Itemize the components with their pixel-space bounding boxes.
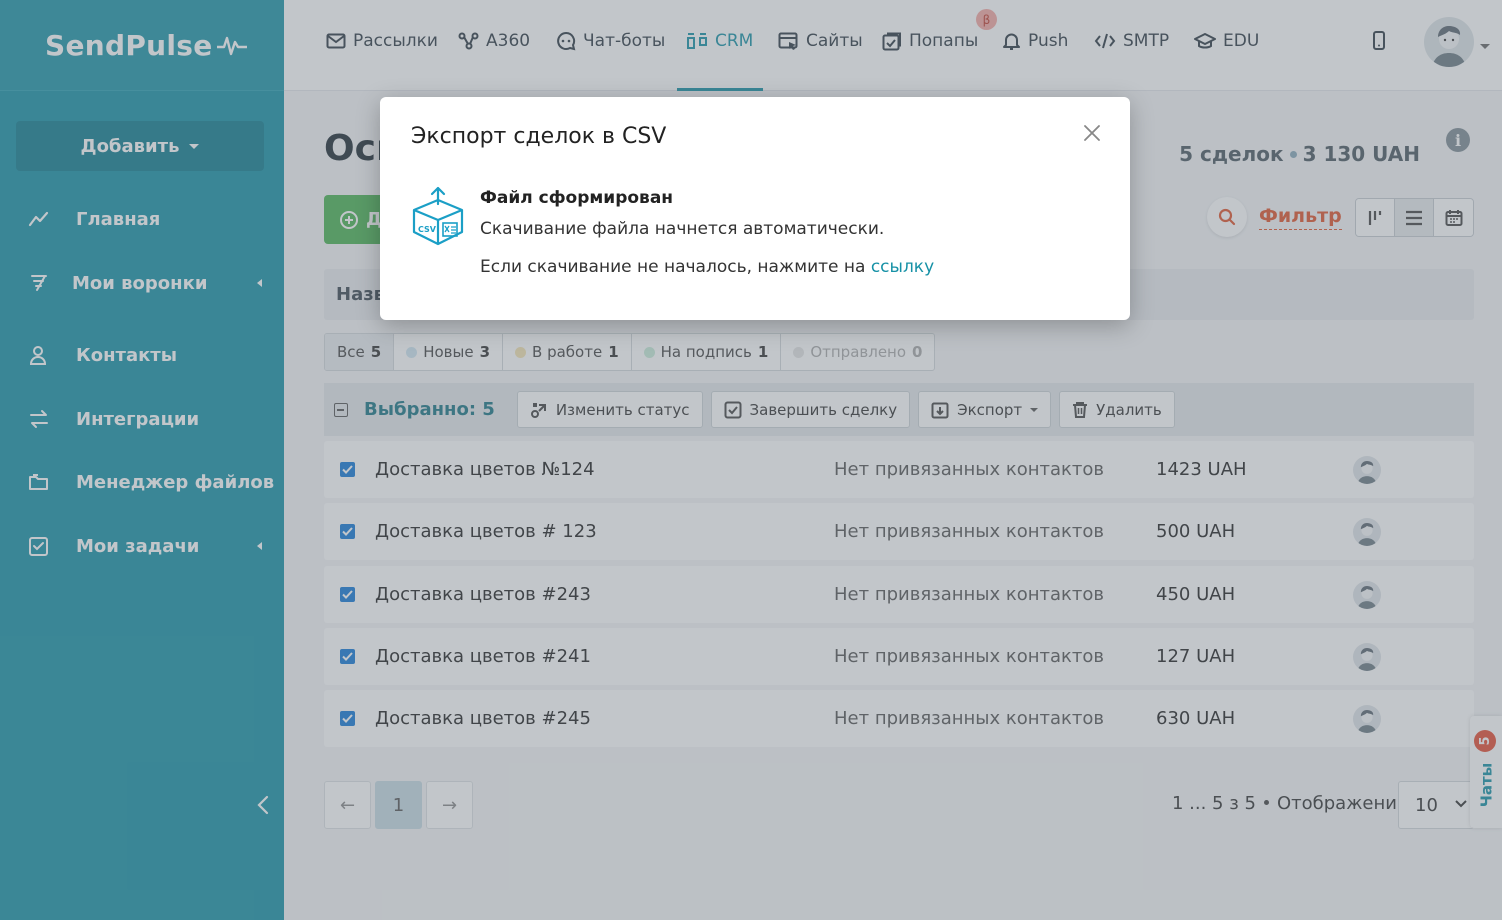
svg-text:CSV: CSV xyxy=(418,225,437,234)
modal-title: Экспорт сделок в CSV xyxy=(411,124,667,149)
export-csv-modal: Экспорт сделок в CSV CSV Файл сформирова… xyxy=(380,97,1130,320)
modal-text-auto-download: Скачивание файла начнется автоматически. xyxy=(480,219,885,239)
modal-text-fallback: Если скачивание не началось, нажмите на … xyxy=(480,257,935,277)
modal-heading: Файл сформирован xyxy=(480,188,674,208)
download-link[interactable]: ссылку xyxy=(871,257,934,277)
close-icon[interactable] xyxy=(1082,123,1102,143)
csv-export-icon: CSV xyxy=(412,186,464,246)
